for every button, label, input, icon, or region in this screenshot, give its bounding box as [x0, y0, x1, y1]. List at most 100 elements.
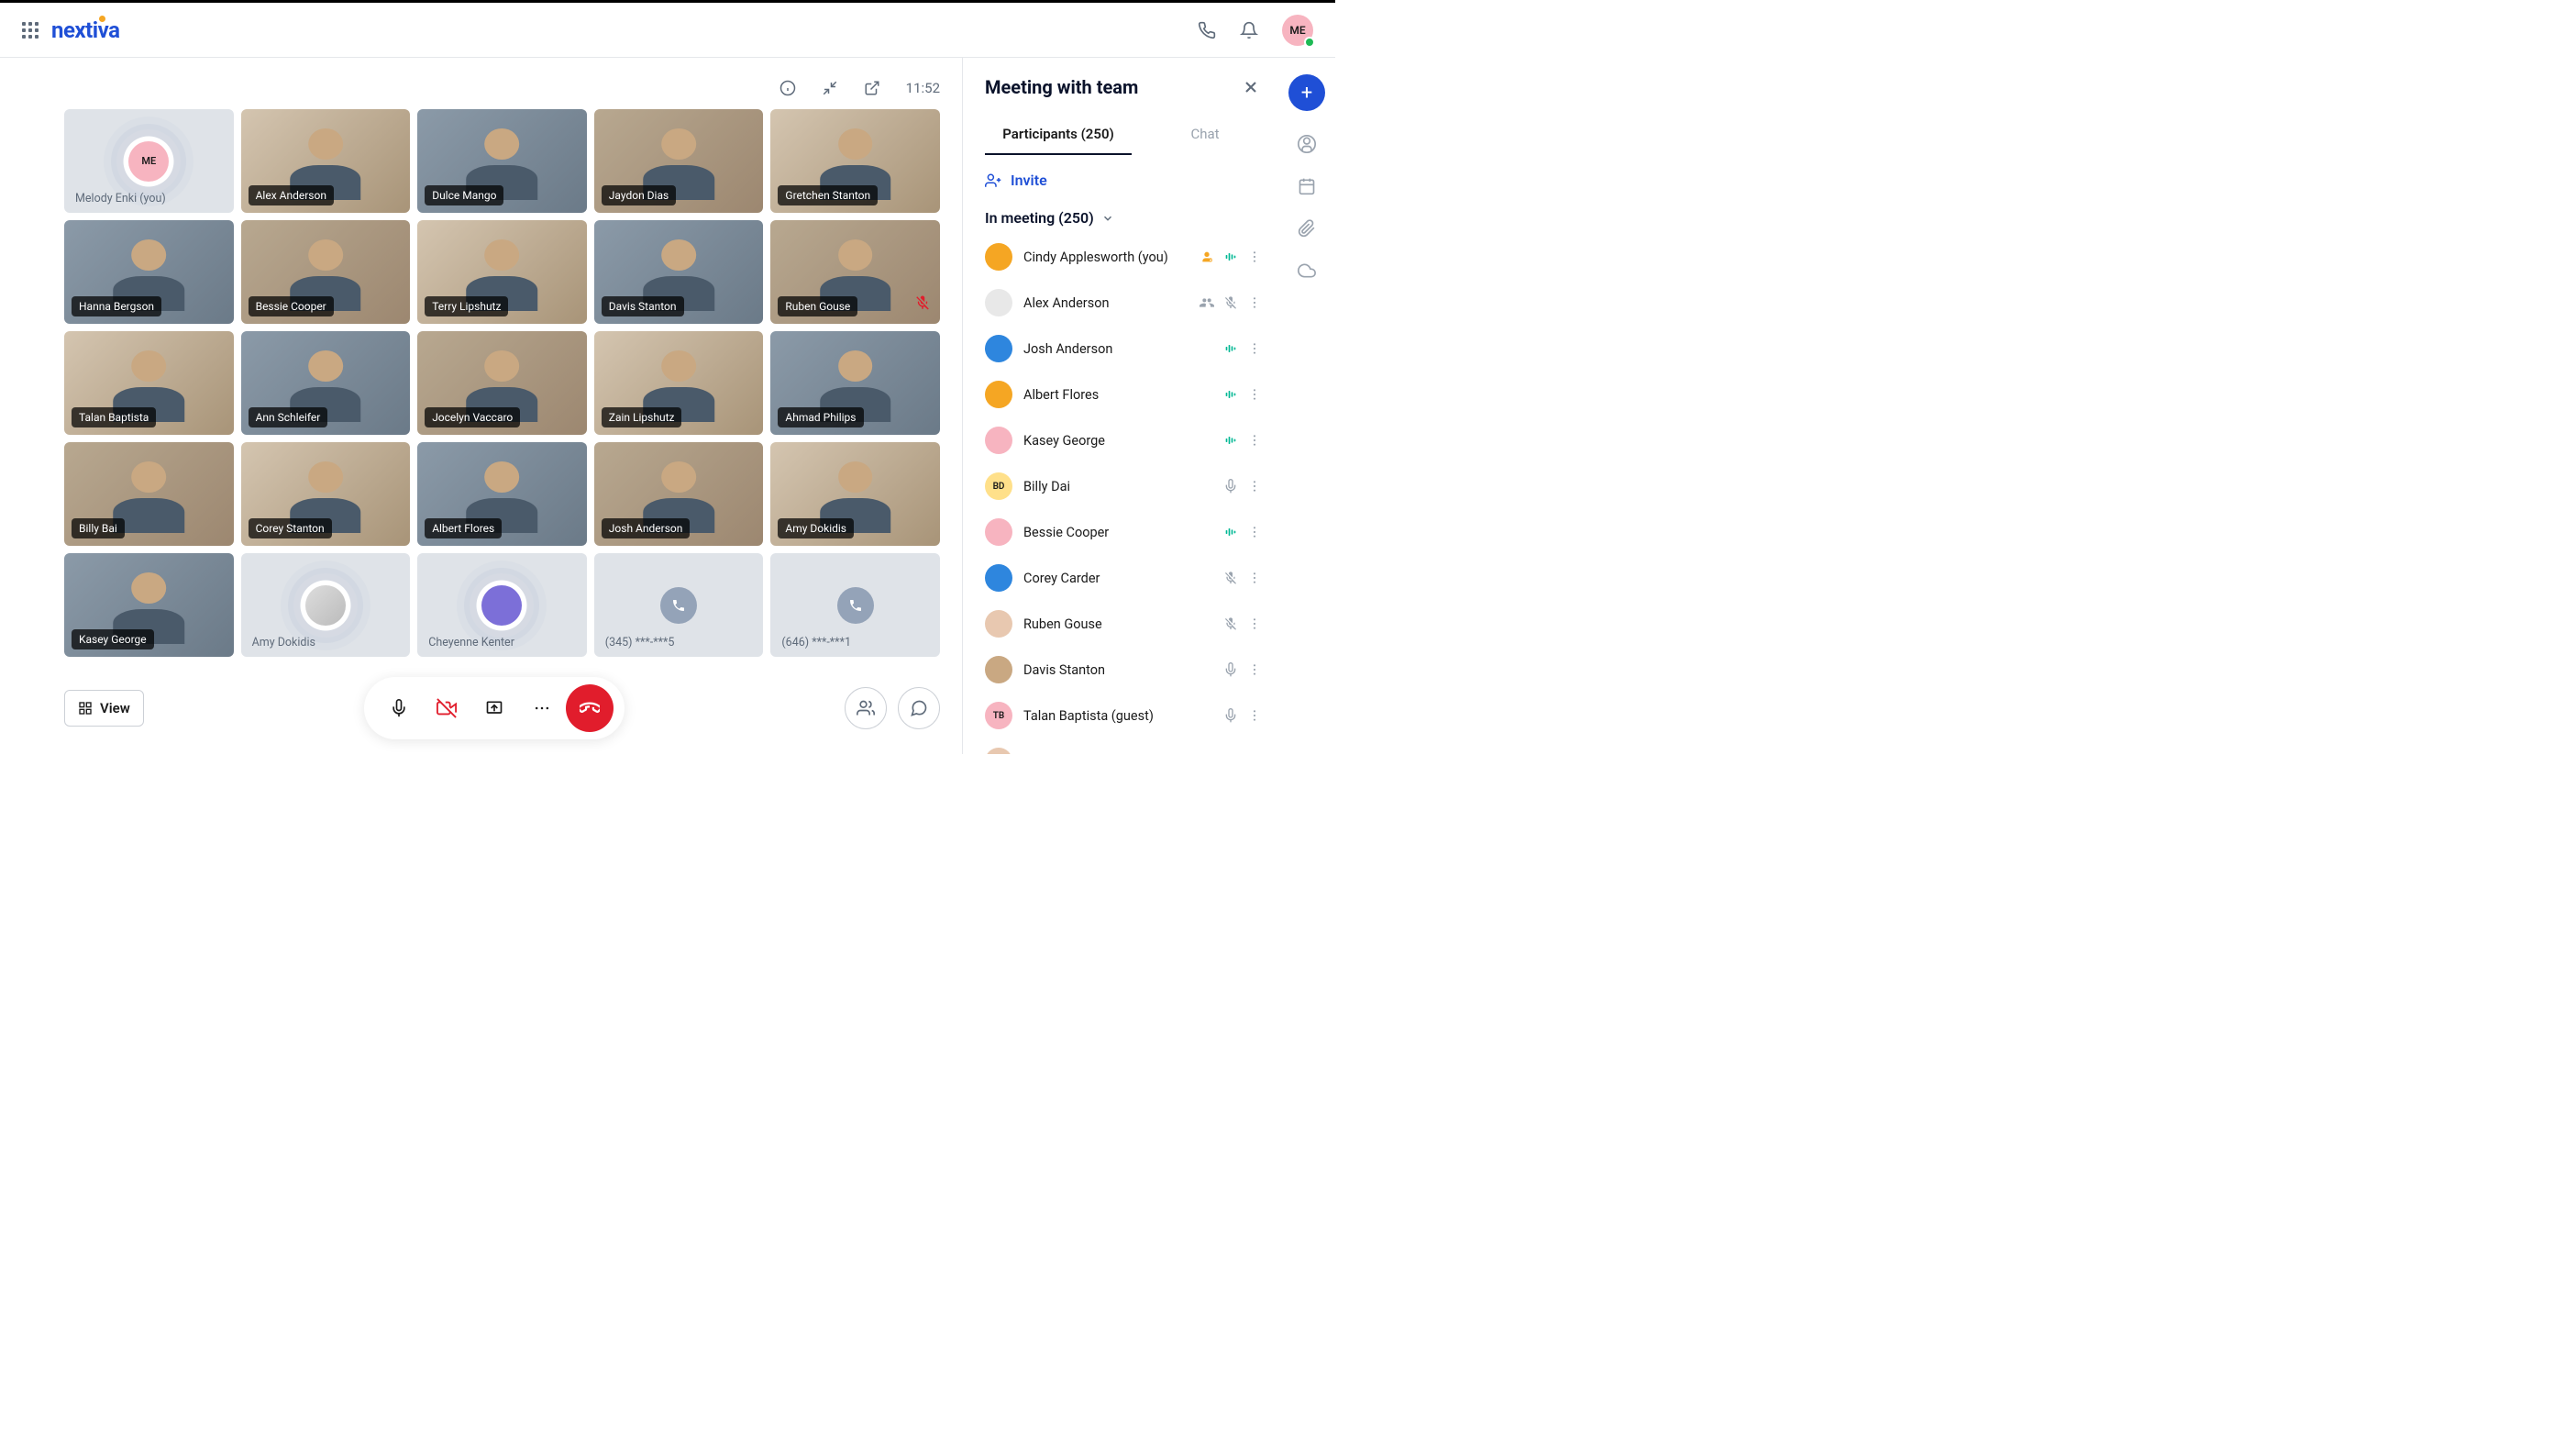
participant-more-icon[interactable] [1247, 341, 1262, 356]
participant-name: Davis Stanton [1023, 662, 1212, 678]
share-screen-button[interactable] [470, 684, 518, 732]
participant-row[interactable]: Ruben Gouse [985, 601, 1262, 647]
participant-row[interactable]: Davis Stanton [985, 647, 1262, 693]
tile-name-tag: Kasey George [72, 629, 154, 649]
participant-more-icon[interactable] [1247, 616, 1262, 631]
mic-icon [1223, 708, 1238, 723]
participant-row[interactable]: Bessie Cooper [985, 509, 1262, 555]
video-tile[interactable]: Ruben Gouse [770, 220, 940, 324]
participant-more-icon[interactable] [1247, 387, 1262, 402]
participant-avatar [985, 564, 1012, 592]
participant-row[interactable]: Madelyn Torff [985, 738, 1262, 754]
participant-avatar [985, 427, 1012, 454]
participant-name: Billy Dai [1023, 479, 1212, 494]
video-tile[interactable]: Gretchen Stanton [770, 109, 940, 213]
video-tile[interactable]: (646) ***-***1 [770, 553, 940, 657]
participant-row[interactable]: Alex Anderson [985, 280, 1262, 326]
participants-button[interactable] [845, 687, 887, 729]
participant-more-icon[interactable] [1247, 433, 1262, 448]
participant-name: Madelyn Torff [1023, 754, 1212, 755]
participant-row[interactable]: Corey Carder [985, 555, 1262, 601]
cloud-icon[interactable] [1298, 261, 1316, 280]
video-tile[interactable]: Jaydon Dias [594, 109, 764, 213]
popout-icon[interactable] [864, 80, 880, 96]
presence-badge [1304, 37, 1315, 48]
video-tile[interactable]: Billy Bai [64, 442, 234, 546]
participant-more-icon[interactable] [1247, 525, 1262, 539]
participant-avatar [985, 243, 1012, 271]
profile-icon[interactable] [1298, 135, 1316, 153]
tab-participants[interactable]: Participants (250) [985, 115, 1132, 155]
video-tile[interactable]: Davis Stanton [594, 220, 764, 324]
phone-icon[interactable] [1198, 21, 1216, 39]
tile-name: Cheyenne Kenter [428, 636, 514, 649]
invite-button[interactable]: Invite [985, 155, 1278, 200]
video-tile[interactable]: Dulce Mango [417, 109, 587, 213]
participant-row[interactable]: BDBilly Dai [985, 463, 1262, 509]
video-tile[interactable]: Ahmad Philips [770, 331, 940, 435]
participant-name: Cindy Applesworth (you) [1023, 250, 1188, 265]
participant-more-icon[interactable] [1247, 295, 1262, 310]
participant-more-icon[interactable] [1247, 662, 1262, 677]
tile-name-tag: Ruben Gouse [778, 296, 857, 316]
participant-row[interactable]: Kasey George [985, 417, 1262, 463]
tab-chat[interactable]: Chat [1132, 115, 1278, 155]
tile-name-tag: Jaydon Dias [602, 185, 676, 205]
participant-more-icon[interactable] [1247, 250, 1262, 264]
participant-more-icon[interactable] [1247, 479, 1262, 494]
more-options-button[interactable] [518, 684, 566, 732]
chevron-down-icon [1101, 212, 1114, 225]
participant-row[interactable]: TBTalan Baptista (guest) [985, 693, 1262, 738]
video-tile[interactable]: Terry Lipshutz [417, 220, 587, 324]
apps-launcher-icon[interactable] [22, 22, 39, 39]
participant-name: Bessie Cooper [1023, 525, 1212, 540]
video-tile[interactable]: (345) ***-***5 [594, 553, 764, 657]
view-button[interactable]: View [64, 690, 144, 727]
mute-button[interactable] [375, 684, 423, 732]
tile-name-tag: Josh Anderson [602, 518, 691, 538]
audio-active-icon [1223, 341, 1238, 356]
video-tile[interactable]: Cheyenne Kenter [417, 553, 587, 657]
video-tile[interactable]: Alex Anderson [241, 109, 411, 213]
participant-row[interactable]: Josh Anderson [985, 326, 1262, 372]
close-icon[interactable] [1242, 78, 1260, 96]
participant-avatar [985, 610, 1012, 638]
chat-button[interactable] [898, 687, 940, 729]
user-avatar[interactable]: ME [1282, 15, 1313, 46]
calendar-icon[interactable] [1298, 177, 1316, 195]
participant-name: Kasey George [1023, 433, 1212, 449]
video-tile[interactable]: Ann Schleifer [241, 331, 411, 435]
participant-row[interactable]: Cindy Applesworth (you) [985, 234, 1262, 280]
video-tile[interactable]: Talan Baptista [64, 331, 234, 435]
hangup-button[interactable] [566, 684, 614, 732]
video-tile[interactable]: Josh Anderson [594, 442, 764, 546]
attachment-icon[interactable] [1298, 219, 1316, 238]
right-rail: + [1278, 58, 1335, 754]
video-tile[interactable]: Bessie Cooper [241, 220, 411, 324]
video-tile[interactable]: Kasey George [64, 553, 234, 657]
bell-icon[interactable] [1240, 21, 1258, 39]
video-tile[interactable]: Amy Dokidis [241, 553, 411, 657]
participant-name: Albert Flores [1023, 387, 1212, 403]
video-tile[interactable]: Amy Dokidis [770, 442, 940, 546]
video-tile[interactable]: Corey Stanton [241, 442, 411, 546]
top-bar: nextiva ME [0, 3, 1335, 58]
video-tile[interactable]: MEMelody Enki (you) [64, 109, 234, 213]
participant-avatar [985, 335, 1012, 362]
tile-name-tag: Alex Anderson [249, 185, 334, 205]
video-tile[interactable]: Albert Flores [417, 442, 587, 546]
video-tile[interactable]: Jocelyn Vaccaro [417, 331, 587, 435]
section-in-meeting[interactable]: In meeting (250) [985, 200, 1278, 234]
participant-more-icon[interactable] [1247, 708, 1262, 723]
participant-avatar [985, 518, 1012, 546]
participant-more-icon[interactable] [1247, 571, 1262, 585]
participant-row[interactable]: Albert Flores [985, 372, 1262, 417]
minimize-icon[interactable] [822, 80, 838, 96]
camera-button[interactable] [423, 684, 470, 732]
phone-participant-icon [837, 587, 874, 624]
new-action-button[interactable]: + [1288, 74, 1325, 111]
video-tile[interactable]: Hanna Bergson [64, 220, 234, 324]
video-tile[interactable]: Zain Lipshutz [594, 331, 764, 435]
tile-name-tag: Hanna Bergson [72, 296, 161, 316]
info-icon[interactable] [779, 80, 796, 96]
